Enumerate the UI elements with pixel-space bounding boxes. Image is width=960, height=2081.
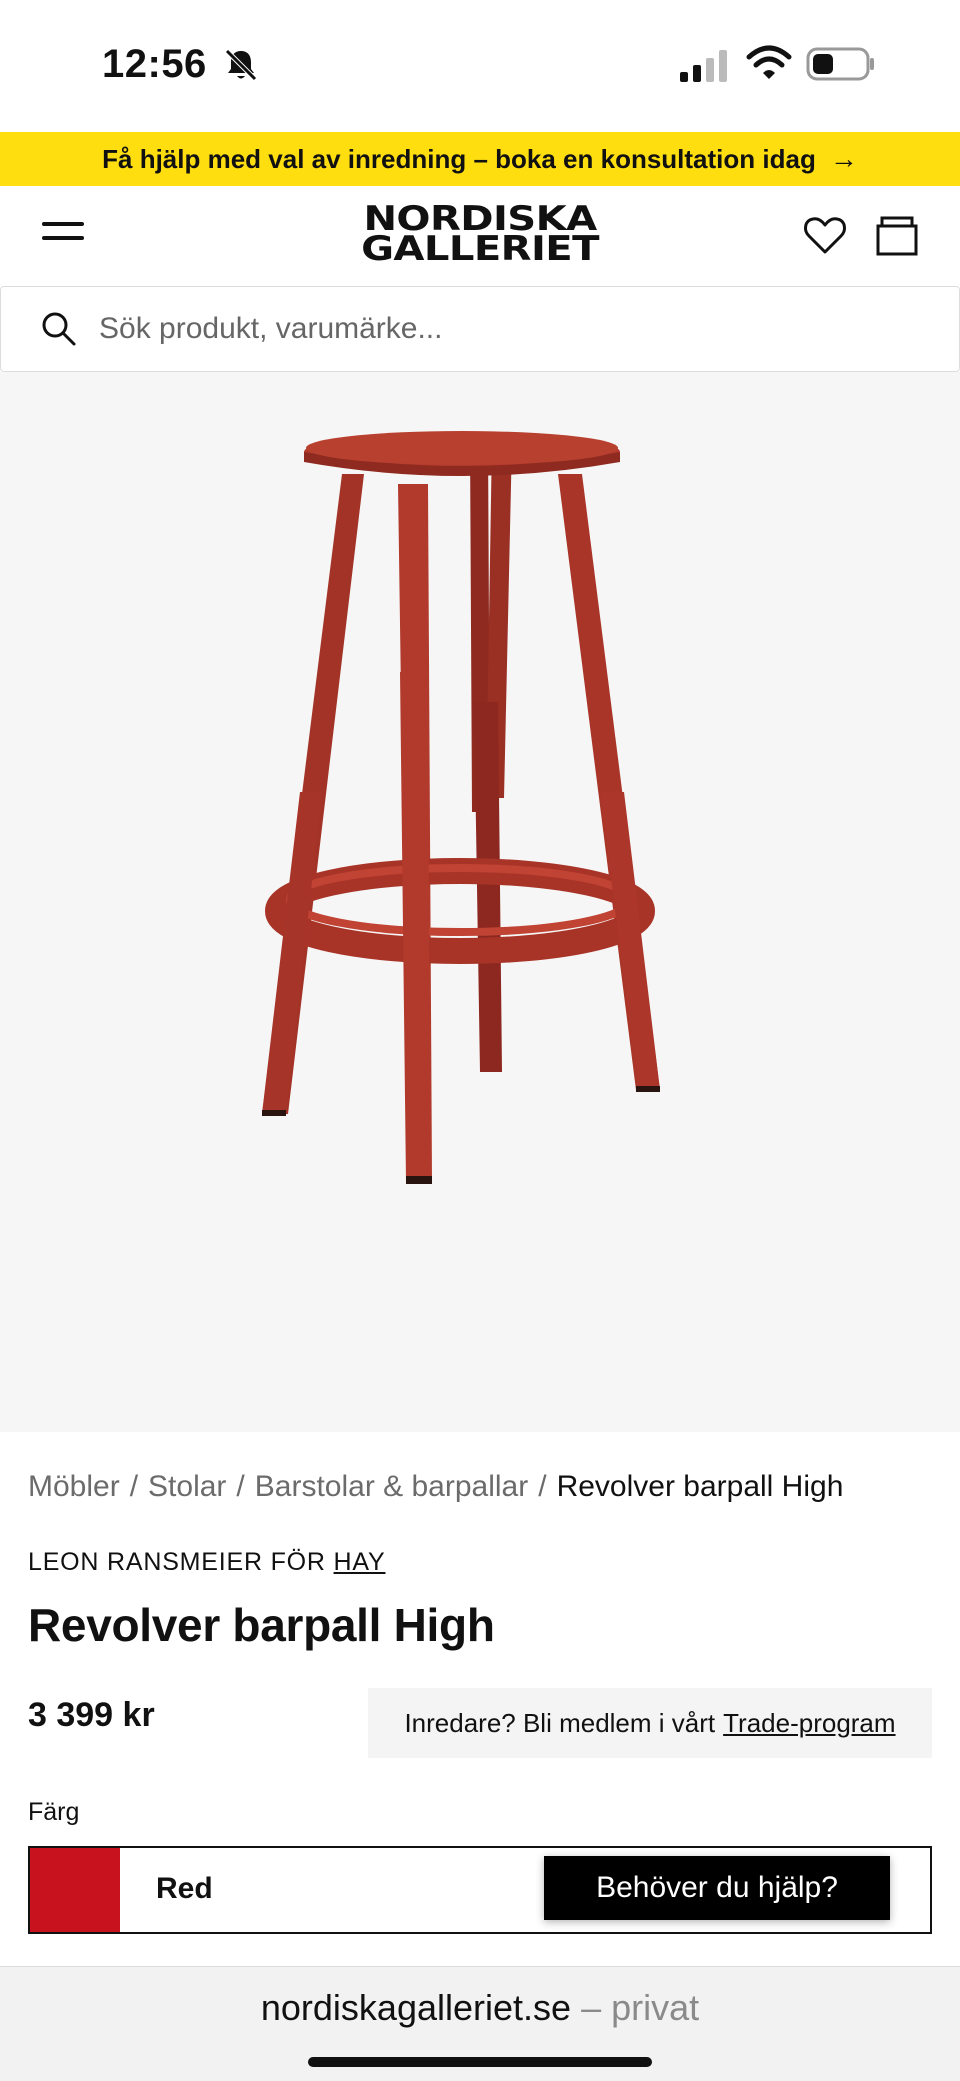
breadcrumb-item-barstolar[interactable]: Barstolar & barpallar <box>255 1470 528 1503</box>
product-price: 3 399 kr <box>28 1696 155 1734</box>
help-chat-button[interactable]: Behöver du hjälp? <box>544 1856 890 1920</box>
private-mode-label: – privat <box>581 1987 700 2028</box>
wishlist-heart-icon[interactable] <box>802 212 848 258</box>
arrow-right-icon: → <box>829 143 858 174</box>
consultation-promo-banner[interactable]: Få hjälp med val av inredning – boka en … <box>0 132 960 186</box>
trade-program-banner: Inredare? Bli medlem i vårt Trade-progra… <box>368 1688 932 1758</box>
color-value: Red <box>156 1872 213 1905</box>
trade-text: Inredare? Bli medlem i vårt <box>404 1707 716 1738</box>
browser-address-bar[interactable]: nordiskagalleriet.se – privat <box>0 1966 960 2081</box>
search-bar <box>0 286 960 372</box>
url-domain: nordiskagalleriet.se <box>260 1987 572 2028</box>
color-swatch <box>30 1848 120 1932</box>
url-text: nordiskagalleriet.se – privat <box>0 1987 960 2029</box>
designer-brand-line: LEON RANSMEIER FÖR HAY <box>28 1548 385 1577</box>
status-bar: 12:56 <box>0 0 960 132</box>
battery-icon <box>806 47 874 81</box>
breadcrumb-item-stolar[interactable]: Stolar <box>148 1470 226 1503</box>
bar-stool-illustration <box>262 431 660 1184</box>
site-header: NORDISKA GALLERIET <box>0 186 960 286</box>
search-input[interactable] <box>99 305 919 353</box>
wifi-icon <box>746 45 792 79</box>
breadcrumb: Möbler / Stolar / Barstolar & barpallar / Revo… <box>28 1470 843 1504</box>
shopping-bag-icon[interactable] <box>874 212 920 258</box>
trade-program-link[interactable]: Trade-program <box>723 1708 895 1739</box>
status-time: 12:56 <box>102 42 207 86</box>
product-image[interactable] <box>0 372 960 1432</box>
breadcrumb-item-mobler[interactable]: Möbler <box>28 1470 120 1503</box>
promo-text: Få hjälp med val av inredning – boka en … <box>102 143 816 174</box>
breadcrumb-separator: / <box>538 1470 547 1503</box>
breadcrumb-separator: / <box>236 1470 245 1503</box>
breadcrumb-separator: / <box>129 1470 139 1503</box>
home-indicator <box>308 2057 652 2067</box>
breadcrumb-current: Revolver barpall High <box>556 1470 844 1503</box>
product-title: Revolver barpall High <box>28 1599 495 1651</box>
cellular-signal-icon <box>680 50 727 82</box>
color-label: Färg <box>28 1798 80 1826</box>
search-icon <box>42 312 76 346</box>
brand-link[interactable]: HAY <box>334 1548 386 1576</box>
bell-muted-icon <box>225 49 257 81</box>
designer-prefix: LEON RANSMEIER FÖR <box>28 1548 326 1576</box>
